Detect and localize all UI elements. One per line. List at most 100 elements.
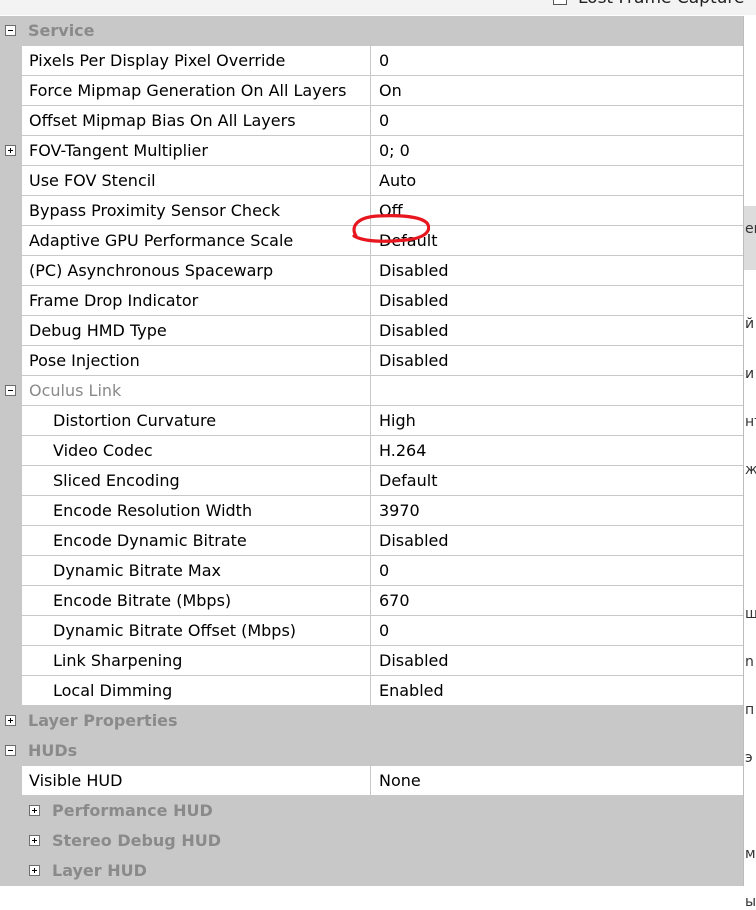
bottom-blank-area [0,886,744,910]
property-name: Encode Dynamic Bitrate [22,526,371,556]
category-title: Stereo Debug HUD [52,831,221,850]
property-value[interactable]: 3970 [371,496,743,526]
lost-frame-capture-checkbox[interactable] [553,0,567,5]
property-row[interactable]: FOV-Tangent Multiplier 0; 0 [0,136,743,166]
property-value[interactable]: 0 [371,616,743,646]
collapse-icon[interactable] [5,745,16,756]
property-value[interactable]: 670 [371,586,743,616]
property-row[interactable]: Encode Bitrate (Mbps) 670 [0,586,743,616]
expand-icon[interactable] [5,145,16,156]
property-value[interactable]: Disabled [371,526,743,556]
property-value[interactable]: 0 [371,46,743,76]
property-name: FOV-Tangent Multiplier [22,136,371,166]
property-row[interactable]: Pixels Per Display Pixel Override 0 [0,46,743,76]
annotation-circle [352,214,430,243]
property-value[interactable]: 0; 0 [371,136,743,166]
property-value[interactable]: Disabled [371,256,743,286]
property-name: Force Mipmap Generation On All Layers [22,76,371,106]
side-text-fragment: er [745,221,756,237]
property-name: Distortion Curvature [22,406,371,436]
category-service[interactable]: Service [0,16,743,46]
side-text-fragment: э [745,750,753,766]
property-name: Oculus Link [22,376,371,406]
property-name: Pose Injection [22,346,371,376]
property-value[interactable]: 0 [371,556,743,586]
property-value[interactable]: Default [371,466,743,496]
property-name: Use FOV Stencil [22,166,371,196]
property-row[interactable]: Use FOV Stencil Auto [0,166,743,196]
category-title: Layer HUD [52,861,147,880]
property-value[interactable]: High [371,406,743,436]
side-text-fragment: й [745,316,755,332]
property-name: Local Dimming [22,676,371,706]
property-name: Encode Bitrate (Mbps) [22,586,371,616]
lost-frame-capture-label: Lost Frame Capture [578,0,744,8]
property-value[interactable]: Disabled [371,286,743,316]
expand-icon[interactable] [29,865,40,876]
background-window-fragment: er й и нт ж щ n п э м ы [744,16,756,910]
side-text-fragment: и [745,366,755,382]
property-row[interactable]: Visible HUD None [0,766,743,796]
expand-icon[interactable] [29,805,40,816]
property-value [371,376,743,406]
expand-icon[interactable] [5,715,16,726]
category-stereo-debug-hud[interactable]: Stereo Debug HUD [0,826,743,856]
property-name: Frame Drop Indicator [22,286,371,316]
category-title: HUDs [28,741,78,760]
property-value[interactable]: Disabled [371,346,743,376]
property-value[interactable]: H.264 [371,436,743,466]
property-value[interactable]: Disabled [371,316,743,346]
category-performance-hud[interactable]: Performance HUD [0,796,743,826]
property-row[interactable]: Dynamic Bitrate Offset (Mbps) 0 [0,616,743,646]
property-value[interactable]: On [371,76,743,106]
property-value[interactable]: 0 [371,106,743,136]
side-text-fragment: щ [745,606,756,622]
side-text-fragment: п [745,702,755,718]
property-name: Encode Resolution Width [22,496,371,526]
side-text-fragment: n [745,654,754,670]
property-value[interactable]: Auto [371,166,743,196]
property-value[interactable]: Disabled [371,646,743,676]
category-title: Service [28,21,95,40]
property-grid: Service Pixels Per Display Pixel Overrid… [0,16,744,886]
property-row[interactable]: Distortion Curvature High [0,406,743,436]
collapse-icon[interactable] [5,25,16,36]
property-name: Adaptive GPU Performance Scale [22,226,371,256]
property-name: Dynamic Bitrate Offset (Mbps) [22,616,371,646]
property-row[interactable]: Encode Dynamic Bitrate Disabled [0,526,743,556]
property-value[interactable]: None [371,766,743,796]
property-name: Link Sharpening [22,646,371,676]
property-oculus-link[interactable]: Oculus Link [0,376,743,406]
property-row[interactable]: Dynamic Bitrate Max 0 [0,556,743,586]
property-name: Visible HUD [22,766,371,796]
property-row[interactable]: Local Dimming Enabled [0,676,743,706]
property-name: Debug HMD Type [22,316,371,346]
property-row[interactable]: (PC) Asynchronous Spacewarp Disabled [0,256,743,286]
side-text-fragment: ж [745,462,756,478]
property-row[interactable]: Link Sharpening Disabled [0,646,743,676]
property-row[interactable]: Sliced Encoding Default [0,466,743,496]
property-row[interactable]: Frame Drop Indicator Disabled [0,286,743,316]
category-layer-hud[interactable]: Layer HUD [0,856,743,886]
property-name: Bypass Proximity Sensor Check [22,196,371,226]
property-row[interactable]: Video Codec H.264 [0,436,743,466]
property-row[interactable]: Pose Injection Disabled [0,346,743,376]
property-name: Video Codec [22,436,371,466]
expand-icon[interactable] [29,835,40,846]
property-row[interactable]: Offset Mipmap Bias On All Layers 0 [0,106,743,136]
collapse-icon[interactable] [5,385,16,396]
property-row[interactable]: Debug HMD Type Disabled [0,316,743,346]
category-huds[interactable]: HUDs [0,736,743,766]
side-text-fragment: нт [745,414,756,430]
category-title: Performance HUD [52,801,213,820]
side-text-fragment: м [745,846,756,862]
category-layer-properties[interactable]: Layer Properties [0,706,743,736]
property-name: Sliced Encoding [22,466,371,496]
property-value[interactable]: Enabled [371,676,743,706]
property-name: Offset Mipmap Bias On All Layers [22,106,371,136]
property-name: Dynamic Bitrate Max [22,556,371,586]
side-text-fragment: ы [745,894,756,910]
property-row[interactable]: Encode Resolution Width 3970 [0,496,743,526]
property-row[interactable]: Force Mipmap Generation On All Layers On [0,76,743,106]
property-name: (PC) Asynchronous Spacewarp [22,256,371,286]
